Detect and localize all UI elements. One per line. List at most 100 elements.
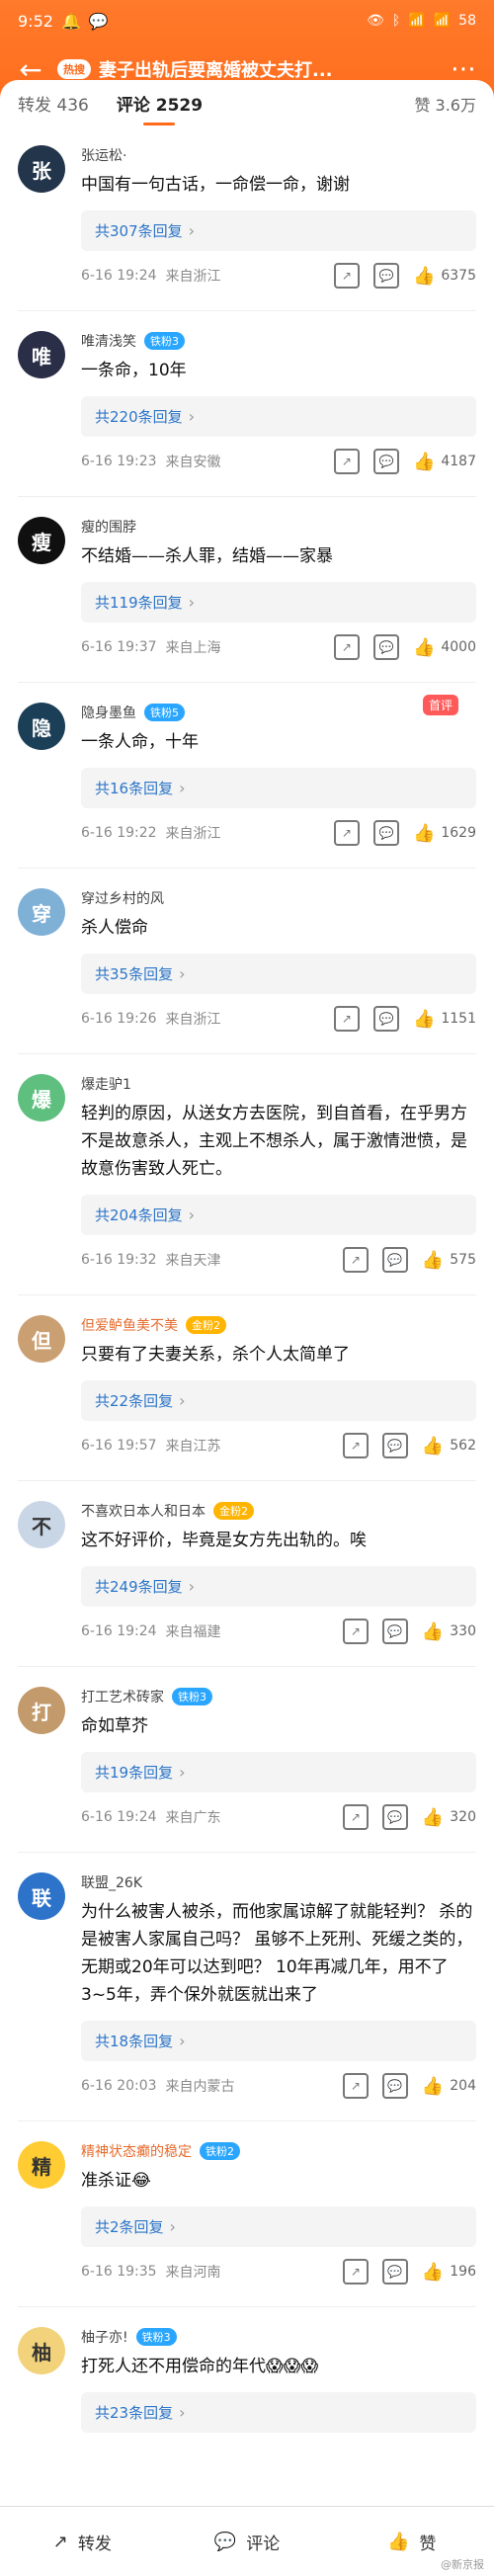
comment-body: 穿过乡村的风 杀人偿命 共35条回复 › 6-16 19:26 来自浙江 ↗ 💬… [81,888,476,1032]
like-button[interactable]: 👍 575 [422,1250,476,1271]
reply-link[interactable]: 共18条回复 › [81,2021,476,2061]
avatar[interactable]: 不 [18,1501,65,1548]
comment-button[interactable]: 💬 评论 [165,2530,330,2554]
user-name[interactable]: 不喜欢日本人和日本 [81,1501,206,1521]
avatar[interactable]: 精 [18,2141,65,2189]
name-row: 唯清浅笑 铁粉3 [81,331,476,351]
meta-icons: ↗ 💬 👍 330 [342,1619,476,1644]
share-icon[interactable]: ↗ [342,1804,369,1830]
comment-location: 来自浙江 [165,269,221,285]
reply-link[interactable]: 共119条回复 › [81,582,476,623]
avatar[interactable]: 穿 [18,888,65,936]
like-button[interactable]: 👍 1151 [413,1009,476,1030]
reply-link[interactable]: 共22条回复 › [81,1380,476,1421]
reply-link[interactable]: 共307条回复 › [81,210,476,251]
comment-icon[interactable]: 💬 [381,1804,408,1830]
share-icon[interactable]: ↗ [342,1619,369,1644]
comment-body: 张运松· 中国有一句古话，一命偿一命，谢谢 共307条回复 › 6-16 19:… [81,145,476,289]
avatar[interactable]: 打 [18,1687,65,1734]
name-row: 隐身墨鱼 铁粉5 [81,703,476,722]
top-header: 9:52 🔔 💬 👁 ᛒ 📶 📶 58 ← 热搜 妻子出轨后要离婚被丈夫打...… [0,0,494,125]
chat-icon: 💬 [88,11,109,31]
comment-item: 唯 唯清浅笑 铁粉3 一条命，10年 共220条回复 › 6-16 19:23 … [18,311,476,497]
meta-row: 6-16 19:35 来自河南 ↗ 💬 👍 196 [81,2259,476,2285]
like-button[interactable]: 👍 6375 [413,266,476,287]
like-button[interactable]: 👍 赞 [329,2530,494,2554]
comment-icon[interactable]: 💬 [372,1006,399,1032]
chevron-right-icon: › [188,1205,196,1224]
chevron-right-icon: › [188,1577,196,1596]
share-icon[interactable]: ↗ [333,820,360,846]
user-name[interactable]: 隐身墨鱼 [81,703,136,722]
user-name[interactable]: 张运松· [81,145,126,165]
comment-icon[interactable]: 💬 [372,634,399,660]
user-name[interactable]: 联盟_26K [81,1872,142,1892]
comment-icon[interactable]: 💬 [381,2073,408,2099]
comment-icon[interactable]: 💬 [381,1433,408,1458]
avatar[interactable]: 爆 [18,1074,65,1122]
user-name[interactable]: 但爱鲈鱼美不美 [81,1315,178,1335]
reply-link[interactable]: 共35条回复 › [81,954,476,994]
user-name[interactable]: 穿过乡村的风 [81,888,164,908]
share-icon[interactable]: ↗ [342,1247,369,1273]
comment-location: 来自安徽 [165,455,221,470]
meta-row: 6-16 19:26 来自浙江 ↗ 💬 👍 1151 [81,1006,476,1032]
share-icon[interactable]: ↗ [333,449,360,474]
user-name[interactable]: 瘦的围脖 [81,517,136,537]
comment-item: 联 联盟_26K 为什么被害人被杀，而他家属谅解了就能轻判？ 杀的是被害人家属自… [18,1853,476,2121]
comment-icon[interactable]: 💬 [381,1619,408,1644]
comment-item: 爆 爆走驴1 轻判的原因，从送女方去医院，到自首看，在乎男方不是故意杀人，主观上… [18,1054,476,1295]
like-button[interactable]: 👍 330 [422,1621,476,1642]
share-icon[interactable]: ↗ [342,2073,369,2099]
avatar[interactable]: 但 [18,1315,65,1363]
share-icon[interactable]: ↗ [342,2259,369,2285]
like-button[interactable]: 👍 4187 [413,452,476,472]
like-button[interactable]: 👍 320 [422,1807,476,1828]
reply-link[interactable]: 共16条回复 › [81,768,476,808]
reply-link[interactable]: 共204条回复 › [81,1195,476,1235]
like-button[interactable]: 👍 4000 [413,637,476,658]
comment-time: 6-16 19:23 [81,454,157,469]
share-icon[interactable]: ↗ [333,1006,360,1032]
chevron-right-icon: › [179,2403,186,2422]
avatar[interactable]: 唯 [18,331,65,378]
comment-time: 6-16 19:24 [81,1809,157,1825]
reply-link[interactable]: 共2条回复 › [81,2206,476,2247]
repost-button[interactable]: ↗ 转发 [0,2530,165,2554]
like-button[interactable]: 👍 204 [422,2076,476,2097]
share-icon[interactable]: ↗ [342,1433,369,1458]
avatar[interactable]: 柚 [18,2327,65,2374]
comment-body: 联盟_26K 为什么被害人被杀，而他家属谅解了就能轻判？ 杀的是被害人家属自己吗… [81,1872,476,2099]
reply-link[interactable]: 共23条回复 › [81,2392,476,2433]
user-name[interactable]: 唯清浅笑 [81,331,136,351]
comment-icon[interactable]: 💬 [381,2259,408,2285]
like-button[interactable]: 👍 1629 [413,823,476,844]
user-name[interactable]: 爆走驴1 [81,1074,131,1094]
avatar[interactable]: 张 [18,145,65,193]
share-icon[interactable]: ↗ [333,634,360,660]
like-count: 1629 [441,825,476,841]
comment-text: 为什么被害人被杀，而他家属谅解了就能轻判？ 杀的是被害人家属自己吗？ 虽够不上死… [81,1902,473,2005]
reply-link[interactable]: 共19条回复 › [81,1752,476,1792]
tab-comments[interactable]: 评论 2529 [117,91,203,125]
reply-link[interactable]: 共220条回复 › [81,396,476,437]
meta-icons: ↗ 💬 👍 1151 [333,1006,476,1032]
tab-likes[interactable]: 赞 3.6万 [414,92,476,125]
avatar[interactable]: 联 [18,1872,65,1920]
like-button[interactable]: 👍 196 [422,2262,476,2283]
comment-icon[interactable]: 💬 [372,820,399,846]
user-name[interactable]: 柚子亦! [81,2327,128,2347]
avatar[interactable]: 隐 [18,703,65,750]
share-icon[interactable]: ↗ [333,263,360,289]
comment-icon[interactable]: 💬 [372,263,399,289]
reply-link[interactable]: 共249条回复 › [81,1566,476,1607]
meta-row: 6-16 20:03 来自内蒙古 ↗ 💬 👍 204 [81,2073,476,2099]
user-name[interactable]: 精神状态癫的稳定 [81,2141,192,2161]
avatar[interactable]: 瘦 [18,517,65,564]
comment-icon[interactable]: 💬 [381,1247,408,1273]
user-name[interactable]: 打工艺术砖家 [81,1687,164,1706]
comment-body: 精神状态癫的稳定 铁粉2 准杀证😂 共2条回复 › 6-16 19:35 来自河… [81,2141,476,2285]
like-button[interactable]: 👍 562 [422,1436,476,1456]
comment-icon[interactable]: 💬 [372,449,399,474]
tab-repost[interactable]: 转发 436 [18,91,89,125]
